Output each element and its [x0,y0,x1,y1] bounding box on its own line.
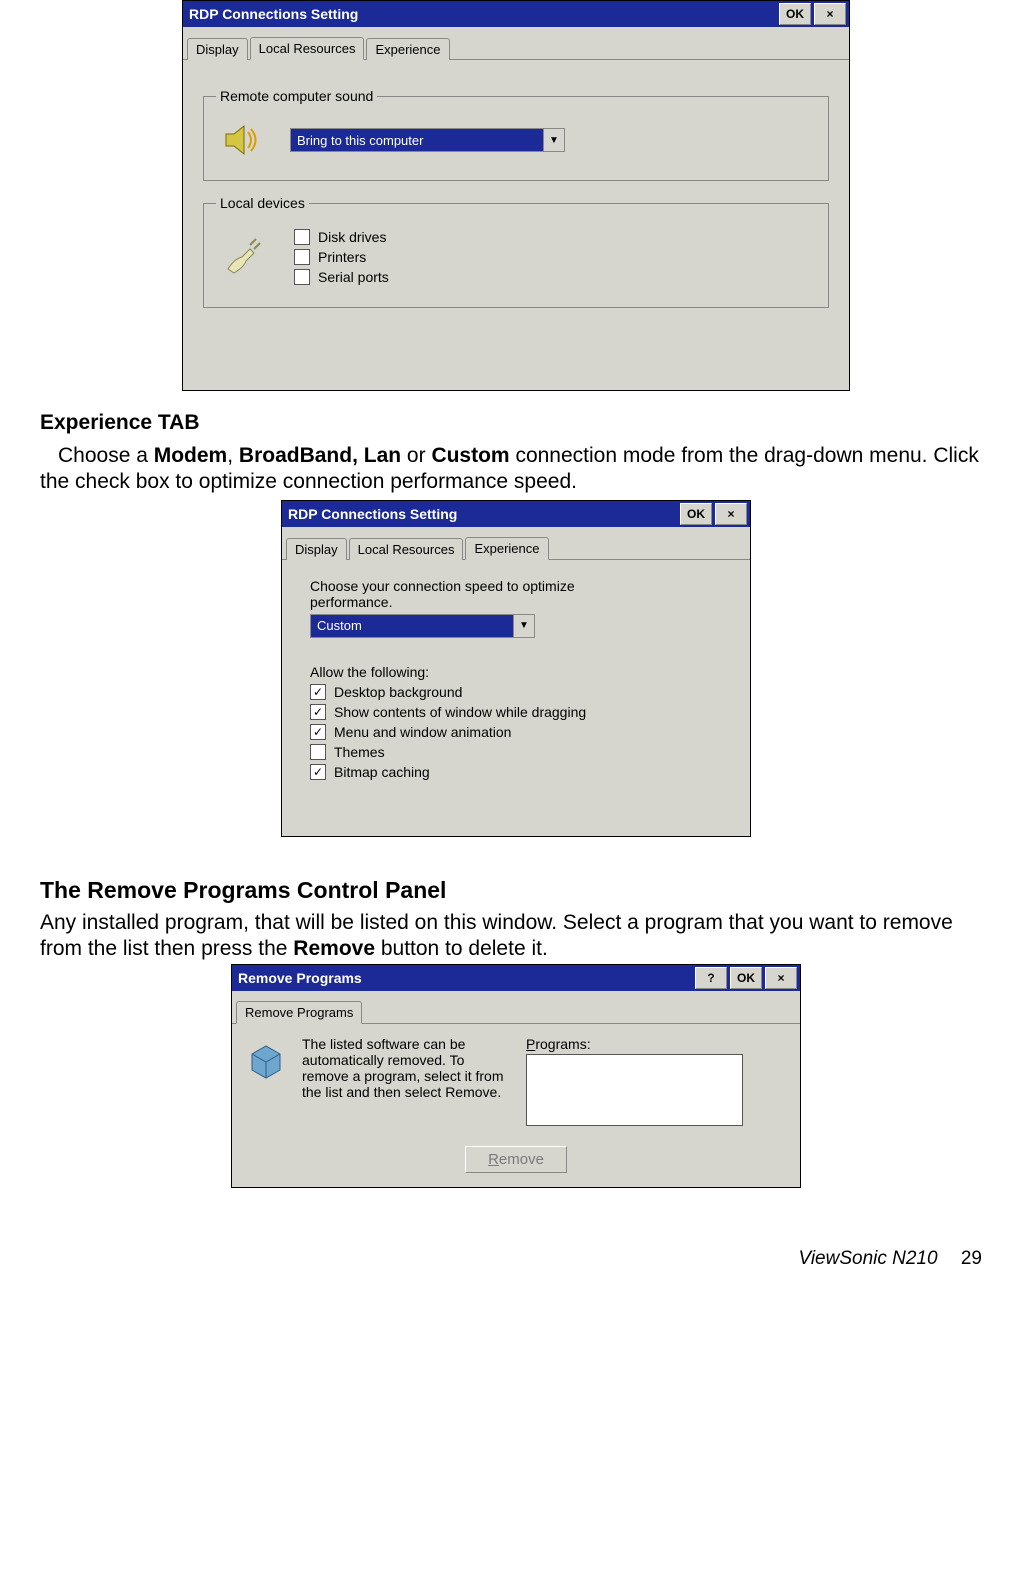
group-local-devices-label: Local devices [216,195,309,211]
remove-programs-heading: The Remove Programs Control Panel [40,877,992,904]
checkbox-icon [294,249,310,265]
serial-ports-checkbox-row[interactable]: Serial ports [294,269,389,285]
checkbox-icon [310,744,326,760]
ok-button[interactable]: OK [730,967,762,989]
checkbox-icon [294,229,310,245]
close-button[interactable]: × [765,967,797,989]
checkbox-icon [310,684,326,700]
disk-drives-checkbox-row[interactable]: Disk drives [294,229,389,245]
tab-local-resources[interactable]: Local Resources [349,538,464,560]
remove-programs-paragraph: Any installed program, that will be list… [40,910,992,963]
package-icon [244,1036,288,1080]
checkbox-icon [310,704,326,720]
close-button[interactable]: × [814,3,846,25]
tab-display[interactable]: Display [187,38,248,60]
tab-remove-programs[interactable]: Remove Programs [236,1001,362,1024]
checkbox-icon [294,269,310,285]
tabstrip: Display Local Resources Experience [183,27,849,60]
speaker-icon [220,120,260,160]
themes-checkbox-row[interactable]: Themes [310,744,722,760]
sound-combo[interactable]: Bring to this computer ▼ [290,128,565,152]
rdp-settings-dialog-experience: RDP Connections Setting OK × Display Loc… [281,500,751,837]
tab-display[interactable]: Display [286,538,347,560]
desktop-background-checkbox-row[interactable]: Desktop background [310,684,722,700]
plug-icon [220,225,264,289]
chevron-down-icon: ▼ [513,615,534,637]
show-contents-label: Show contents of window while dragging [334,704,586,720]
remove-button[interactable]: Remove [465,1146,567,1173]
allow-following-label: Allow the following: [310,664,722,680]
sound-combo-value: Bring to this computer [291,129,543,151]
titlebar: RDP Connections Setting OK × [183,1,849,27]
programs-listbox[interactable] [526,1054,743,1126]
connection-speed-combo[interactable]: Custom ▼ [310,614,535,638]
close-button[interactable]: × [715,503,747,525]
tabstrip: Display Local Resources Experience [282,527,750,560]
help-button[interactable]: ? [695,967,727,989]
connection-speed-value: Custom [311,615,513,637]
show-contents-checkbox-row[interactable]: Show contents of window while dragging [310,704,722,720]
ok-button[interactable]: OK [680,503,712,525]
tab-experience[interactable]: Experience [465,537,548,560]
serial-ports-label: Serial ports [318,269,389,285]
themes-label: Themes [334,744,385,760]
printers-checkbox-row[interactable]: Printers [294,249,389,265]
desktop-background-label: Desktop background [334,684,462,700]
experience-tab-paragraph: Choose a Modem, BroadBand, Lan or Custom… [40,443,992,496]
remove-programs-dialog: Remove Programs ? OK × Remove Programs T… [231,964,801,1188]
menu-animation-checkbox-row[interactable]: Menu and window animation [310,724,722,740]
page-footer: ViewSonic N210 29 [40,1248,992,1270]
titlebar: Remove Programs ? OK × [232,965,800,991]
bitmap-caching-checkbox-row[interactable]: Bitmap caching [310,764,722,780]
checkbox-icon [310,764,326,780]
bitmap-caching-label: Bitmap caching [334,764,430,780]
titlebar: RDP Connections Setting OK × [282,501,750,527]
group-remote-sound-label: Remote computer sound [216,88,377,104]
remove-programs-description: The listed software can be automatically… [302,1036,512,1126]
tab-experience[interactable]: Experience [366,38,449,60]
window-title: RDP Connections Setting [288,506,457,522]
experience-instruction: Choose your connection speed to optimize… [310,578,620,610]
page-number: 29 [961,1248,982,1269]
chevron-down-icon: ▼ [543,129,564,151]
printers-label: Printers [318,249,366,265]
tabstrip: Remove Programs [232,991,800,1024]
window-title: RDP Connections Setting [189,6,358,22]
group-local-devices: Local devices Disk drives [203,195,829,308]
programs-list-label: Programs: [526,1036,788,1052]
group-remote-sound: Remote computer sound Bring to this comp… [203,88,829,181]
rdp-settings-dialog-local: RDP Connections Setting OK × Display Loc… [182,0,850,391]
window-title: Remove Programs [238,970,362,986]
checkbox-icon [310,724,326,740]
disk-drives-label: Disk drives [318,229,386,245]
ok-button[interactable]: OK [779,3,811,25]
experience-tab-heading: Experience TAB [40,411,992,435]
tab-local-resources[interactable]: Local Resources [250,37,365,60]
footer-brand: ViewSonic N210 [799,1248,938,1269]
menu-animation-label: Menu and window animation [334,724,511,740]
